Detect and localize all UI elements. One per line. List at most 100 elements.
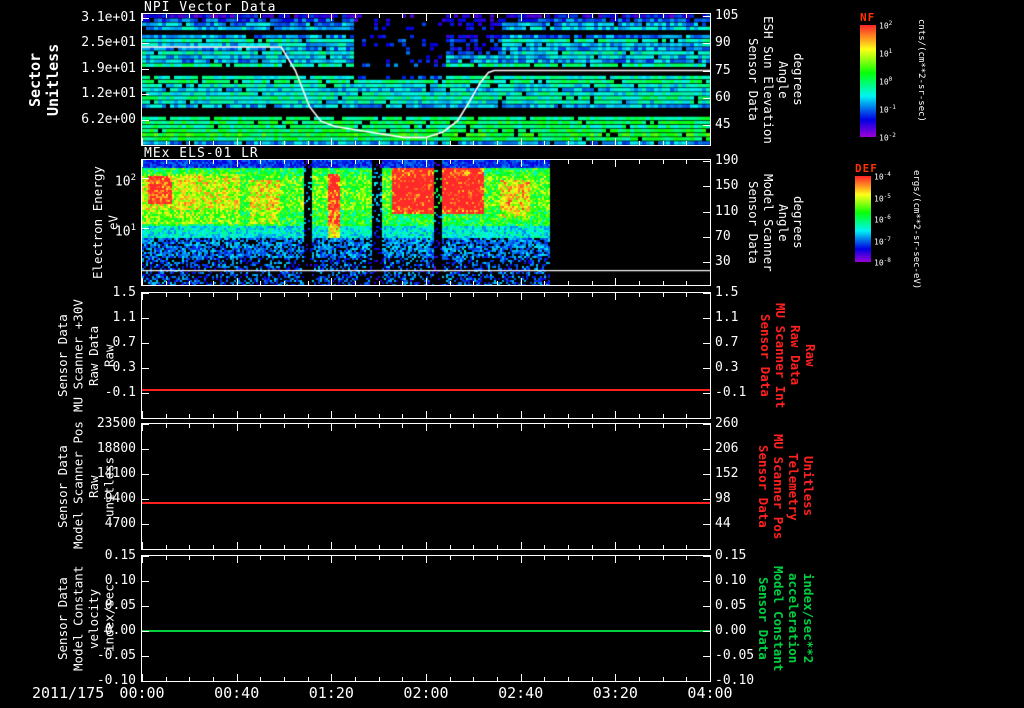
axis-tick	[307, 281, 309, 285]
axis-tick	[497, 281, 498, 285]
axis-tick	[544, 14, 546, 18]
axis-tick	[142, 293, 143, 300]
axis-tick	[142, 581, 149, 582]
axis-tick	[426, 293, 427, 300]
axis-tick	[449, 424, 451, 428]
right-ylabel-line: MU Scanner Int	[773, 302, 788, 409]
axis-tick	[331, 278, 333, 285]
axis-tick	[142, 368, 149, 369]
axis-tick	[378, 14, 380, 18]
axis-tick	[142, 343, 149, 344]
axis-tick	[378, 424, 380, 428]
axis-tick	[331, 160, 333, 167]
axis-tick	[520, 278, 522, 285]
axis-tick	[703, 524, 710, 525]
heatmap-canvas-npi	[142, 14, 710, 145]
axis-tick	[213, 281, 214, 285]
axis-tick	[307, 545, 309, 549]
axis-tick	[260, 281, 262, 285]
axis-tick	[355, 160, 356, 164]
axis-tick	[703, 474, 710, 475]
axis-tick	[497, 141, 498, 145]
data-line-model-constant-velocity	[142, 630, 710, 632]
axis-tick	[189, 14, 191, 18]
axis-tick	[686, 293, 688, 297]
ylabel-npi: Sector Unitless	[26, 14, 62, 145]
axis-tick	[236, 674, 238, 681]
axis-tick	[236, 160, 238, 167]
ytick-right-els-4: 30	[715, 254, 731, 270]
axis-tick	[426, 674, 427, 681]
axis-tick	[331, 542, 333, 549]
ytick-right-model-scanner-pos-1: 206	[715, 441, 739, 456]
axis-tick	[165, 414, 167, 418]
axis-tick	[165, 677, 167, 681]
axis-tick	[142, 228, 149, 230]
right-ylabel-line: Raw	[803, 344, 818, 367]
axis-tick	[473, 160, 475, 164]
axis-tick	[284, 293, 285, 297]
axis-tick	[703, 124, 710, 126]
axis-tick	[544, 556, 546, 560]
axis-tick	[703, 606, 710, 607]
axis-tick	[473, 545, 475, 549]
ytick-right-model-scanner-pos-4: 44	[715, 516, 731, 531]
axis-tick	[331, 411, 333, 418]
axis-tick	[591, 281, 593, 285]
axis-tick	[662, 281, 664, 285]
axis-tick	[615, 411, 617, 418]
axis-tick	[355, 545, 356, 549]
axis-tick	[426, 14, 427, 21]
axis-tick	[710, 160, 711, 167]
ytick-right-mu-scanner-30v-0: 1.5	[715, 285, 739, 300]
axis-tick	[497, 677, 498, 681]
axis-tick	[378, 556, 380, 560]
axis-tick	[639, 424, 640, 428]
axis-tick	[591, 545, 593, 549]
data-line-mu-scanner-30v	[142, 389, 710, 391]
axis-tick	[402, 293, 404, 297]
axis-tick	[639, 281, 640, 285]
axis-tick	[568, 293, 569, 297]
axis-tick	[662, 424, 664, 428]
axis-tick	[497, 293, 498, 297]
axis-tick	[591, 141, 593, 145]
axis-tick	[449, 281, 451, 285]
axis-tick	[615, 14, 617, 21]
axis-tick	[378, 281, 380, 285]
axis-tick	[189, 414, 191, 418]
ylabel-line: Raw Data	[86, 325, 101, 386]
ytick-right-npi-3: 60	[715, 89, 731, 105]
axis-tick	[639, 556, 640, 560]
axis-tick	[426, 424, 427, 431]
axis-tick	[615, 556, 617, 563]
axis-tick	[686, 141, 688, 145]
axis-tick	[236, 424, 238, 431]
colorbar-tick-nf-2: 100	[879, 76, 893, 87]
axis-tick	[378, 160, 380, 164]
axis-tick	[662, 545, 664, 549]
axis-tick	[165, 281, 167, 285]
axis-tick	[355, 141, 356, 145]
axis-tick	[165, 141, 167, 145]
right-ylabel-line: degrees	[791, 53, 806, 106]
colorbar-tick-nf-1: 101	[879, 48, 893, 59]
axis-tick	[544, 293, 546, 297]
axis-tick	[165, 556, 167, 560]
axis-tick	[703, 581, 710, 582]
axis-tick	[402, 414, 404, 418]
axis-tick	[449, 14, 451, 18]
axis-tick	[568, 281, 569, 285]
axis-tick	[703, 16, 710, 18]
axis-tick	[473, 281, 475, 285]
axis-tick	[662, 14, 664, 18]
right-ylabel-line: Sensor Data	[746, 38, 761, 121]
axis-tick	[378, 545, 380, 549]
axis-tick	[307, 414, 309, 418]
axis-tick	[497, 545, 498, 549]
axis-tick	[591, 293, 593, 297]
axis-tick	[449, 160, 451, 164]
axis-tick	[284, 141, 285, 145]
axis-tick	[703, 368, 710, 369]
axis-tick	[686, 424, 688, 428]
